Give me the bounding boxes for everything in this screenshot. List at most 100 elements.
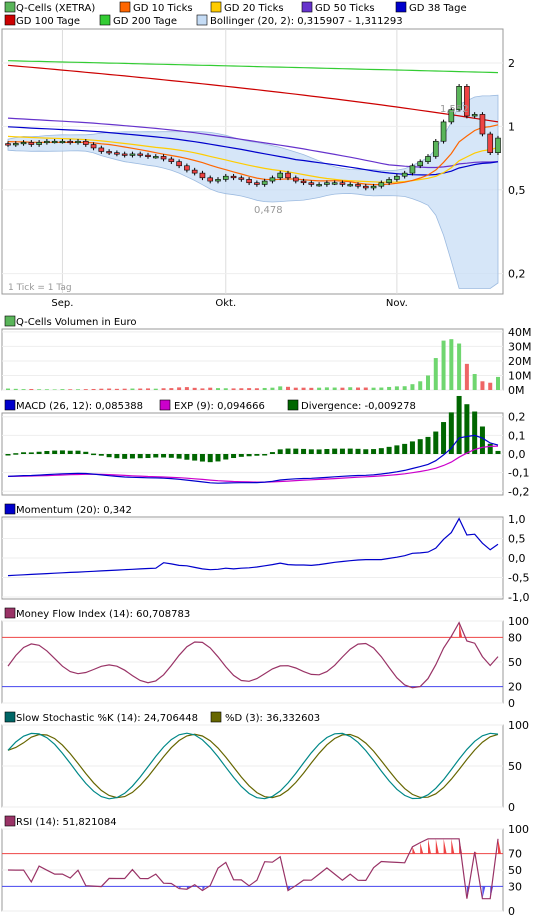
rsi-y-axis: 100 70 50 30 0 bbox=[508, 823, 529, 918]
volume-bar bbox=[340, 387, 345, 390]
macd-divergence-bar bbox=[223, 454, 229, 460]
candle-body bbox=[184, 165, 190, 171]
candle-body bbox=[347, 184, 354, 187]
candle-body bbox=[191, 169, 198, 174]
candle-body bbox=[308, 182, 315, 185]
macd-divergence-legend: Divergence: -0,009278 bbox=[301, 401, 416, 412]
volume-bar bbox=[76, 389, 80, 390]
candle-body bbox=[145, 154, 151, 157]
candle-body bbox=[160, 156, 167, 160]
candle-body bbox=[222, 175, 229, 180]
legend-label: GD 50 Ticks bbox=[315, 3, 375, 14]
volume-bar bbox=[192, 387, 197, 390]
volume-bar bbox=[99, 388, 104, 390]
candle-body bbox=[331, 182, 338, 185]
candle-body bbox=[362, 185, 369, 189]
macd-divergence-bar bbox=[254, 454, 260, 456]
candle-body bbox=[339, 182, 346, 185]
volume-bar bbox=[348, 387, 353, 390]
macd-divergence-bar bbox=[176, 454, 182, 459]
legend-swatch bbox=[210, 711, 222, 723]
high-annotation: 1,552 bbox=[440, 104, 469, 115]
y-tick-label: 50 bbox=[508, 760, 522, 773]
legend-swatch bbox=[4, 315, 16, 327]
y-tick-label: 40M bbox=[508, 326, 532, 339]
y-tick-label: 2 bbox=[508, 57, 515, 70]
legend-swatch bbox=[196, 14, 208, 26]
macd-divergence-bar bbox=[371, 449, 377, 454]
macd-divergence-bar bbox=[464, 404, 470, 454]
volume-bar bbox=[122, 388, 127, 390]
macd-divergence-bar bbox=[231, 454, 237, 459]
macd-divergence-bar bbox=[83, 451, 89, 454]
y-tick-label: 0,1 bbox=[508, 429, 526, 442]
candle-body bbox=[285, 172, 291, 179]
macd-divergence-bar bbox=[386, 446, 392, 454]
volume-bar bbox=[138, 388, 143, 390]
candle-body bbox=[417, 161, 424, 167]
macd-divergence-bar bbox=[324, 449, 330, 454]
candle-body bbox=[199, 172, 206, 179]
chart-stage: Q-Cells (XETRA) GD 10 Ticks GD 20 Ticks … bbox=[0, 0, 545, 918]
macd-divergence-bar bbox=[262, 454, 268, 456]
candle-body bbox=[409, 165, 416, 174]
macd-divergence-bar bbox=[207, 454, 213, 463]
macd-divergence-bar bbox=[409, 441, 415, 454]
candle-body bbox=[269, 177, 276, 182]
macd-divergence-bar bbox=[13, 453, 19, 455]
candle-body bbox=[67, 140, 74, 144]
volume-bar bbox=[472, 374, 477, 390]
legend-swatch bbox=[4, 14, 16, 26]
candle-body bbox=[90, 144, 97, 149]
legend-label: GD 100 Tage bbox=[16, 16, 80, 27]
volume-bar bbox=[441, 340, 446, 390]
macd-divergence-bar bbox=[52, 450, 58, 454]
volume-bar bbox=[449, 339, 454, 390]
macd-divergence-bar bbox=[246, 454, 252, 457]
y-tick-label: 50 bbox=[508, 864, 522, 877]
y-tick-label: 0,0 bbox=[508, 448, 526, 461]
macd-divergence-bar bbox=[277, 449, 283, 454]
macd-divergence-bar bbox=[293, 448, 299, 454]
volume-bar bbox=[394, 386, 399, 390]
macd-divergence-bar bbox=[21, 452, 27, 454]
legend-label: GD 10 Ticks bbox=[133, 3, 193, 14]
y-tick-label: 1 bbox=[508, 120, 515, 133]
volume-legend: Q-Cells Volumen in Euro bbox=[16, 317, 137, 328]
legend-label: GD 20 Ticks bbox=[224, 3, 284, 14]
volume-bar bbox=[21, 389, 26, 390]
legend-label: Q-Cells (XETRA) bbox=[16, 3, 95, 14]
main-y-axis: 2 1 0,5 0,2 bbox=[508, 57, 526, 281]
candle-body bbox=[324, 182, 330, 185]
candle-body bbox=[370, 185, 377, 189]
macd-divergence-bar bbox=[347, 448, 353, 454]
y-tick-label: 70 bbox=[508, 848, 522, 861]
candle-body bbox=[355, 184, 361, 187]
candle-body bbox=[59, 140, 66, 144]
candle-body bbox=[277, 172, 284, 179]
y-tick-label: 80 bbox=[508, 631, 522, 644]
candle-body bbox=[230, 175, 237, 179]
volume-bar bbox=[231, 388, 236, 390]
macd-divergence-bar bbox=[378, 448, 384, 454]
macd-divergence-bar bbox=[269, 452, 275, 454]
macd-divergence-bar bbox=[199, 454, 205, 462]
macd-divergence-bar bbox=[153, 454, 159, 458]
y-tick-label: 20M bbox=[508, 355, 532, 368]
y-tick-label: 50 bbox=[508, 656, 522, 669]
candle-body bbox=[254, 182, 260, 185]
candle-body bbox=[137, 153, 144, 156]
legend-swatch bbox=[4, 607, 16, 619]
volume-bar bbox=[83, 389, 88, 390]
macd-divergence-bar bbox=[238, 454, 244, 457]
y-tick-label: 0M bbox=[508, 384, 525, 397]
candle-body bbox=[246, 179, 252, 184]
volume-bar bbox=[286, 386, 290, 390]
macd-divergence-bar bbox=[98, 454, 104, 456]
stoch-k-legend: Slow Stochastic %K (14): 24,706448 bbox=[16, 713, 198, 724]
legend-swatch bbox=[301, 1, 313, 13]
legend-swatch bbox=[4, 711, 16, 723]
x-tick-label: Okt. bbox=[215, 298, 236, 309]
volume-bar bbox=[433, 358, 438, 390]
volume-bar bbox=[363, 387, 368, 390]
